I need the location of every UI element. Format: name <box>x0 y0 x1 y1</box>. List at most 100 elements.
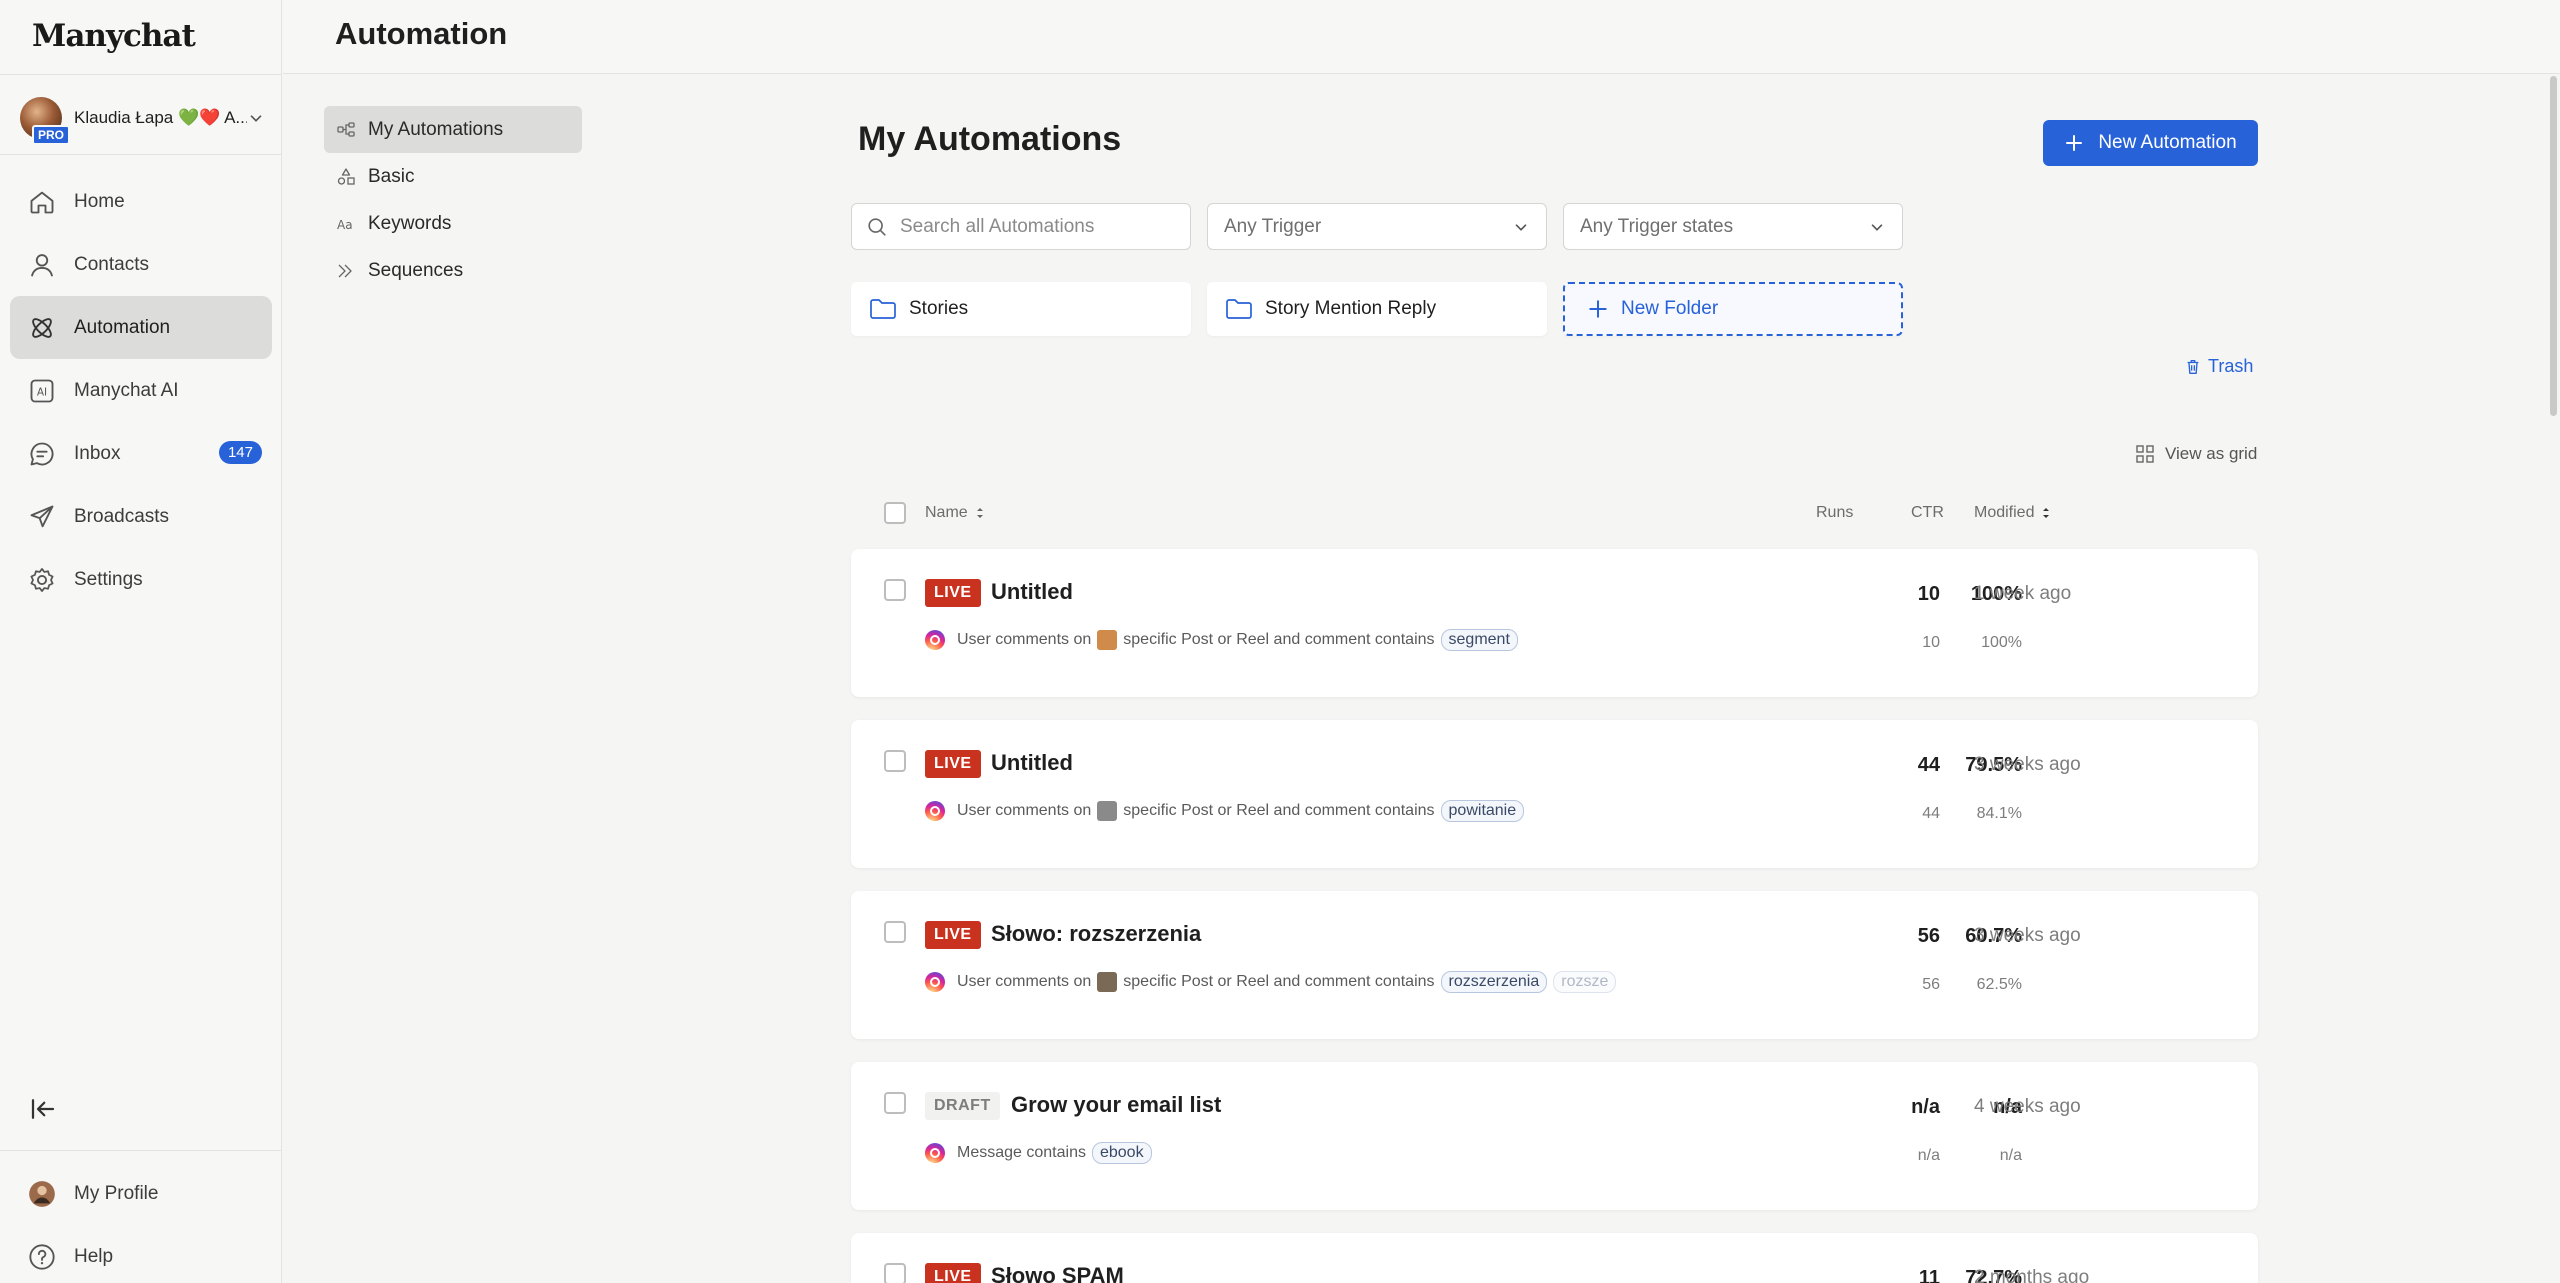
nav-label: Contacts <box>74 253 149 275</box>
sequence-icon <box>338 264 352 277</box>
automation-row[interactable]: LIVE Słowo SPAM 11 72.7% 2 months ago <box>851 1233 2258 1283</box>
subnav-item-keywords[interactable]: Aa Keywords <box>324 200 582 247</box>
subnav-item-sequences[interactable]: Sequences <box>324 247 582 294</box>
automation-subnav: My Automations Basic Aa Keywords Sequenc… <box>324 106 582 294</box>
runs-sub-value: 44 <box>1922 805 1940 822</box>
nav-item-manychat-ai[interactable]: AI Manychat AI <box>10 359 272 422</box>
trigger-description: User comments on specific Post or Reel a… <box>925 800 1525 822</box>
sidebar: Manychat PRO Klaudia Łapa 💚❤️ A... Home … <box>0 0 282 1283</box>
trigger-state-filter-select[interactable]: Any Trigger states <box>1563 203 1903 250</box>
new-folder-button[interactable]: New Folder <box>1563 282 1903 336</box>
instagram-icon <box>925 801 945 821</box>
post-thumbnail <box>1097 972 1118 992</box>
modified-time: 1 week ago <box>1974 583 2072 604</box>
status-badge: LIVE <box>925 750 981 778</box>
sort-icon <box>2043 508 2050 518</box>
status-badge: LIVE <box>925 579 981 607</box>
ai-icon: AI <box>30 379 54 402</box>
section-title: My Automations <box>858 120 1122 158</box>
trash-icon <box>2187 359 2199 374</box>
row-checkbox[interactable] <box>884 1263 906 1283</box>
flow-icon <box>337 121 355 137</box>
plus-icon <box>2066 135 2083 151</box>
account-name: Klaudia Łapa 💚❤️ A... <box>74 108 247 127</box>
manychat-logo[interactable]: Manychat <box>32 18 196 54</box>
nav-item-inbox[interactable]: Inbox 147 <box>10 422 272 485</box>
row-checkbox[interactable] <box>884 750 906 772</box>
keyword-chip: ebook <box>1091 1142 1152 1164</box>
row-checkbox[interactable] <box>884 921 906 943</box>
runs-sub-value: n/a <box>1917 1147 1940 1164</box>
text-icon: Aa <box>337 218 353 232</box>
divider <box>0 154 282 155</box>
automation-title[interactable]: Słowo SPAM <box>991 1263 1124 1283</box>
column-name-header[interactable]: Name <box>925 504 986 522</box>
instagram-icon <box>925 1143 945 1163</box>
runs-value: 44 <box>1917 754 1940 776</box>
runs-value: 10 <box>1917 583 1940 605</box>
modified-time: 3 weeks ago <box>1974 754 2081 775</box>
nav-label: Home <box>74 190 125 212</box>
trigger-text: specific Post or Reel and comment contai… <box>1123 973 1435 990</box>
folder-item[interactable]: Stories <box>851 282 1191 336</box>
automation-title[interactable]: Untitled <box>991 579 1073 605</box>
trash-link[interactable]: Trash <box>2184 356 2253 377</box>
row-checkbox[interactable] <box>884 1092 906 1114</box>
automation-row[interactable]: LIVE Słowo: rozszerzenia User comments o… <box>851 891 2258 1039</box>
inbox-count-badge: 147 <box>218 441 262 464</box>
subnav-label: Basic <box>368 165 415 187</box>
account-switcher[interactable]: PRO Klaudia Łapa 💚❤️ A... <box>20 94 265 145</box>
automation-row[interactable]: LIVE Untitled User comments on specific … <box>851 549 2258 697</box>
nav-label: Broadcasts <box>74 505 170 527</box>
select-all-checkbox[interactable] <box>884 502 906 524</box>
nav-item-broadcasts[interactable]: Broadcasts <box>10 485 272 548</box>
runs-value: 11 <box>1918 1267 1940 1283</box>
view-as-grid-toggle[interactable]: View as grid <box>2135 444 2257 464</box>
status-badge: LIVE <box>925 921 981 949</box>
trigger-description: User comments on specific Post or Reel a… <box>925 971 1617 993</box>
folder-label: Story Mention Reply <box>1265 298 1437 319</box>
trigger-text: User comments on <box>957 802 1092 819</box>
column-modified-header[interactable]: Modified <box>1974 504 2052 522</box>
nav-item-automation[interactable]: Automation <box>10 296 272 359</box>
automation-title[interactable]: Grow your email list <box>1011 1092 1221 1118</box>
automation-row[interactable]: DRAFT Grow your email list Message conta… <box>851 1062 2258 1210</box>
svg-text:Aa: Aa <box>337 218 353 232</box>
nav-item-my-profile[interactable]: My Profile <box>10 1162 272 1225</box>
nav-item-settings[interactable]: Settings <box>10 548 272 611</box>
trigger-description: User comments on specific Post or Reel a… <box>925 629 1518 651</box>
nav-item-home[interactable]: Home <box>10 170 272 233</box>
search-field[interactable] <box>851 203 1191 250</box>
chevron-down-icon <box>1871 223 1883 231</box>
search-input[interactable] <box>900 215 1160 238</box>
trigger-filter-select[interactable]: Any Trigger <box>1207 203 1547 250</box>
page-scrollbar[interactable] <box>2550 76 2557 416</box>
keyword-chip: rozsze <box>1553 971 1617 993</box>
view-as-grid-label: View as grid <box>2165 444 2258 463</box>
nav-item-contacts[interactable]: Contacts <box>10 233 272 296</box>
automation-title[interactable]: Untitled <box>991 750 1073 776</box>
automation-row[interactable]: LIVE Untitled User comments on specific … <box>851 720 2258 868</box>
folder-icon <box>870 299 896 319</box>
column-label: Name <box>925 504 968 521</box>
collapse-sidebar-icon[interactable] <box>28 1094 58 1124</box>
profile-avatar <box>29 1180 55 1207</box>
trigger-text: specific Post or Reel and comment contai… <box>1123 631 1435 648</box>
new-automation-button[interactable]: New Automation <box>2043 120 2258 166</box>
nav-label: My Profile <box>74 1182 159 1204</box>
bottom-nav: My Profile Help <box>10 1162 272 1283</box>
avatar: PRO <box>20 97 71 145</box>
nav-item-help[interactable]: Help <box>10 1225 272 1283</box>
svg-text:AI: AI <box>37 386 47 398</box>
grid-icon <box>2136 445 2154 463</box>
main-nav: Home Contacts Automation AI Manychat AI … <box>10 170 272 611</box>
folder-item[interactable]: Story Mention Reply <box>1207 282 1547 336</box>
row-checkbox[interactable] <box>884 579 906 601</box>
subnav-item-my-automations[interactable]: My Automations <box>324 106 582 153</box>
subnav-item-basic[interactable]: Basic <box>324 153 582 200</box>
automation-title[interactable]: Słowo: rozszerzenia <box>991 921 1201 947</box>
ctr-sub-value: 84.1% <box>1976 805 2022 822</box>
ctr-sub-value: 62.5% <box>1976 976 2022 993</box>
page-title: Automation <box>335 16 508 51</box>
column-label: CTR <box>1911 504 1944 521</box>
